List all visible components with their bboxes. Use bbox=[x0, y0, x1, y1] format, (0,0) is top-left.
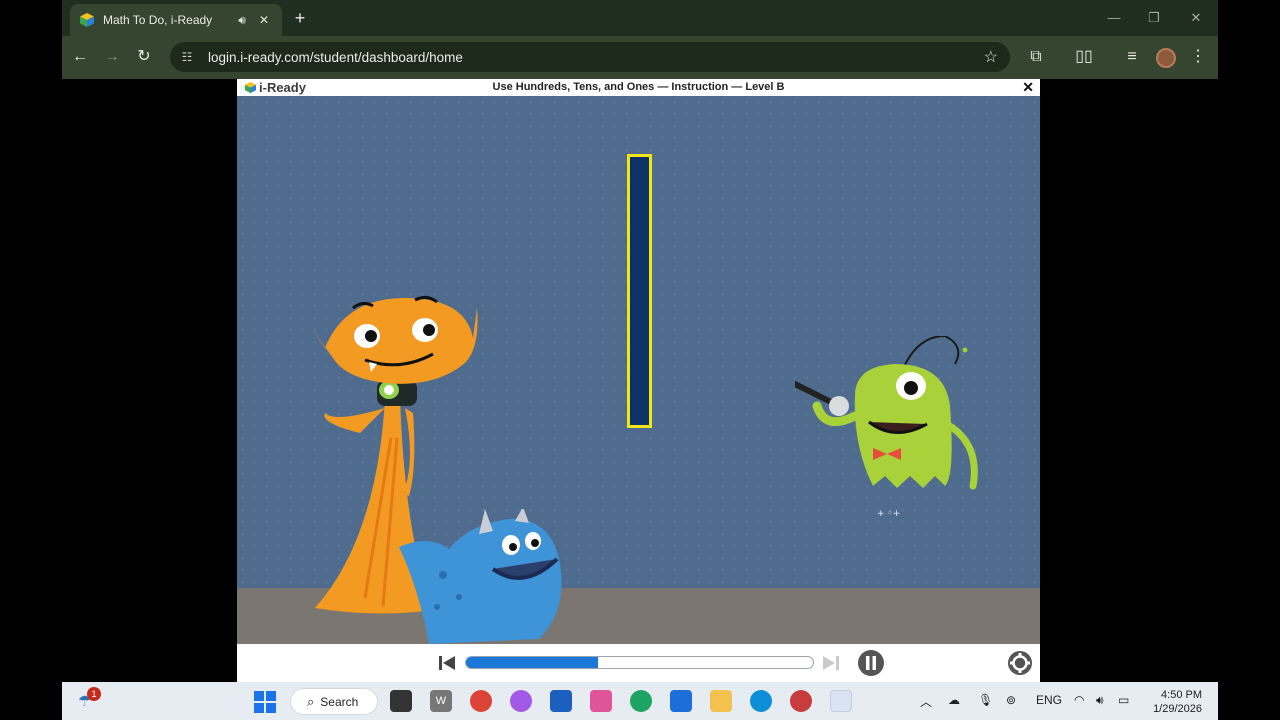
settings-gear-icon[interactable] bbox=[1007, 650, 1033, 676]
logo-text: i-Ready bbox=[259, 80, 306, 95]
pause-button[interactable] bbox=[857, 649, 885, 677]
lesson-player: Use Hundreds, Tens, and Ones — Instructi… bbox=[237, 79, 1040, 682]
edge-app-icon[interactable] bbox=[750, 690, 772, 712]
iready-logo-cube-icon bbox=[245, 82, 256, 93]
svg-text:+ ◦+: + ◦+ bbox=[877, 509, 900, 519]
screen: Math To Do, i-Ready 🔊︎ ✕ + — ❐ ✕ ← → ↻ ☷… bbox=[62, 0, 1218, 720]
lesson-stage: + ◦+ bbox=[237, 96, 1040, 644]
onedrive-icon[interactable]: ☁ bbox=[948, 693, 960, 707]
iready-logo: i-Ready bbox=[245, 80, 306, 95]
clock-date: 1/29/2026 bbox=[1153, 703, 1202, 715]
skip-forward-icon[interactable] bbox=[821, 653, 841, 673]
outlook-app-icon[interactable] bbox=[670, 690, 692, 712]
bookmark-star-icon[interactable]: ☆ bbox=[984, 47, 998, 67]
windows-start-icon[interactable] bbox=[254, 691, 276, 713]
extensions-icon[interactable]: ⧉ bbox=[1026, 47, 1046, 67]
playback-controls bbox=[237, 644, 1040, 682]
chrome-profile-icon[interactable] bbox=[630, 690, 652, 712]
chrome-active-icon[interactable] bbox=[790, 690, 812, 712]
window-close-icon[interactable]: ✕ bbox=[1186, 10, 1206, 26]
forward-icon[interactable]: → bbox=[102, 47, 122, 67]
microphone-icon[interactable]: 🎙︎ bbox=[978, 693, 993, 707]
battery-icon[interactable]: ▭ bbox=[1118, 693, 1129, 707]
clock-time: 4:50 PM bbox=[1161, 689, 1202, 701]
lesson-close-button[interactable]: ✕ bbox=[1022, 79, 1034, 96]
minimize-icon[interactable]: — bbox=[1104, 10, 1124, 25]
tab-title: Math To Do, i-Ready bbox=[103, 13, 213, 27]
volume-icon[interactable]: 🔊︎ bbox=[1096, 693, 1104, 708]
reload-icon[interactable]: ↻ bbox=[134, 47, 154, 67]
back-icon[interactable]: ← bbox=[70, 47, 90, 67]
site-info-icon[interactable]: ☷ bbox=[178, 50, 196, 64]
menu-dots-icon[interactable]: ⋮ bbox=[1188, 47, 1208, 67]
accessibility-icon[interactable]: ⊚ bbox=[1006, 693, 1016, 707]
taskbar-clock[interactable]: 4:50 PM 1/29/2026 bbox=[1153, 688, 1202, 716]
word-app-icon[interactable]: W bbox=[430, 690, 452, 712]
browser-tab[interactable]: Math To Do, i-Ready 🔊︎ ✕ bbox=[70, 4, 282, 36]
new-tab-button[interactable]: + bbox=[290, 8, 310, 28]
lesson-header: Use Hundreds, Tens, and Ones — Instructi… bbox=[237, 79, 1040, 96]
profile-avatar[interactable] bbox=[1156, 48, 1176, 68]
search-label: Search bbox=[320, 694, 359, 709]
lesson-progress-bar[interactable] bbox=[465, 656, 814, 669]
page-viewport: Use Hundreds, Tens, and Ones — Instructi… bbox=[62, 79, 1218, 682]
reading-mode-icon[interactable]: ▯▯ bbox=[1074, 47, 1094, 67]
store-app-icon[interactable] bbox=[550, 690, 572, 712]
language-indicator[interactable]: ENG bbox=[1036, 693, 1062, 707]
tray-overflow-icon[interactable]: ︿ bbox=[920, 693, 932, 710]
tab-close-icon[interactable]: ✕ bbox=[256, 13, 272, 27]
copilot-colorful-icon[interactable] bbox=[590, 690, 612, 712]
tab-audio-icon[interactable]: 🔊︎ bbox=[234, 13, 250, 28]
restore-icon[interactable]: ❐ bbox=[1144, 10, 1164, 26]
skip-back-icon[interactable] bbox=[437, 653, 457, 673]
ten-rod-block bbox=[627, 154, 652, 428]
lesson-title: Use Hundreds, Tens, and Ones — Instructi… bbox=[492, 81, 785, 93]
media-controls-icon[interactable]: ≡ bbox=[1122, 47, 1142, 67]
copilot-app-icon[interactable] bbox=[510, 690, 532, 712]
search-icon: ⌕ bbox=[307, 693, 315, 709]
address-bar[interactable]: ☷ login.i-ready.com/student/dashboard/ho… bbox=[170, 42, 1010, 72]
browser-tab-strip: Math To Do, i-Ready 🔊︎ ✕ + — ❐ ✕ bbox=[62, 0, 1218, 36]
green-character-illustration: + ◦+ bbox=[795, 336, 978, 519]
lesson-progress-fill bbox=[466, 657, 598, 668]
task-view-icon[interactable] bbox=[390, 690, 412, 712]
file-explorer-icon[interactable] bbox=[710, 690, 732, 712]
taskbar-search-box[interactable]: ⌕ Search bbox=[290, 688, 378, 715]
iready-favicon-icon bbox=[80, 13, 94, 27]
windows-taskbar: ☂ 1 ⌕ Search W ︿ ☁ 🎙︎ ⊚ ENG ◠ 🔊︎ ▭ 4:50 … bbox=[62, 682, 1218, 720]
url-text: login.i-ready.com/student/dashboard/home bbox=[208, 49, 463, 65]
notification-badge: 1 bbox=[87, 687, 101, 701]
blue-character-illustration bbox=[399, 509, 562, 644]
browser-toolbar: ← → ↻ ☷ login.i-ready.com/student/dashbo… bbox=[62, 36, 1218, 79]
wifi-icon[interactable]: ◠ bbox=[1074, 693, 1084, 707]
chrome-app-icon[interactable] bbox=[470, 690, 492, 712]
snipping-tool-icon[interactable] bbox=[830, 690, 852, 712]
